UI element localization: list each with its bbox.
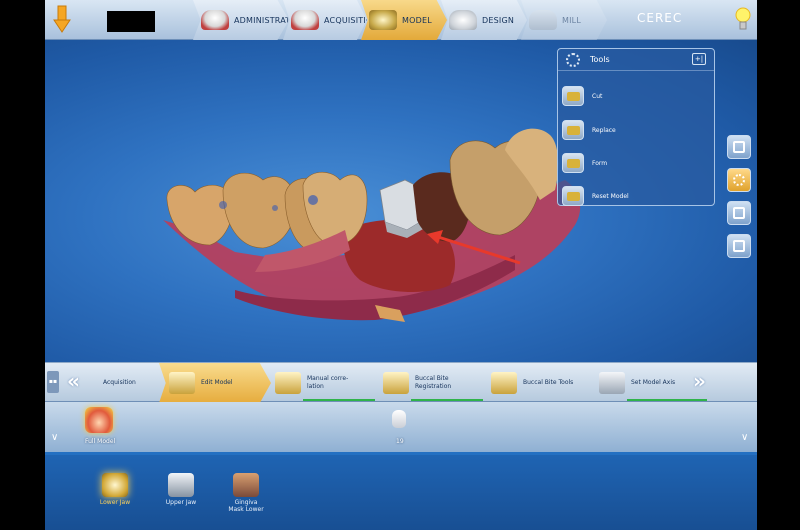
edit-model-icon bbox=[169, 372, 195, 394]
tooth-number: 19 bbox=[396, 438, 404, 445]
bite-tools-icon bbox=[491, 372, 517, 394]
tool-replace[interactable]: Replace bbox=[562, 119, 616, 141]
tool-reset-model[interactable]: Reset Model bbox=[562, 185, 629, 207]
stage-acquisition[interactable]: ACQUISITION bbox=[283, 0, 367, 40]
model-library: Lower Jaw Upper Jaw Gingiva Mask Lower bbox=[45, 452, 757, 530]
lightbulb-icon[interactable] bbox=[735, 4, 751, 34]
tooth-icon[interactable] bbox=[392, 410, 406, 428]
replace-icon bbox=[562, 120, 584, 140]
redacted-patient-name bbox=[107, 11, 155, 32]
next-step-icon[interactable]: » bbox=[693, 369, 706, 393]
screenshot-button[interactable] bbox=[727, 234, 751, 258]
correlation-icon bbox=[275, 372, 301, 394]
back-arrow-icon[interactable] bbox=[53, 4, 71, 34]
tools-panel: Tools +| Cut Replace Form Reset Model bbox=[557, 48, 715, 206]
model-viewport[interactable]: Tools +| Cut Replace Form Reset Model bbox=[45, 40, 757, 362]
library-lower-jaw[interactable]: Lower Jaw bbox=[95, 473, 135, 506]
library-upper-jaw[interactable]: Upper Jaw bbox=[161, 473, 201, 506]
reset-model-icon bbox=[562, 186, 584, 206]
stage-design[interactable]: DESIGN bbox=[441, 0, 527, 40]
view-cube-button[interactable] bbox=[727, 135, 751, 159]
tools-toggle-button[interactable] bbox=[727, 168, 751, 192]
brand-logo: CEREC bbox=[637, 11, 683, 25]
model-thumbnail-strip: ∨ Full Model 19 ∨ bbox=[45, 402, 757, 452]
step-progress-bar bbox=[627, 399, 707, 401]
collapse-right-icon[interactable]: ∨ bbox=[741, 432, 748, 443]
tool-cut[interactable]: Cut bbox=[562, 85, 602, 107]
cut-icon bbox=[562, 86, 584, 106]
full-model-icon[interactable] bbox=[85, 407, 113, 433]
step-buccal-bite-registration[interactable]: Buccal Bite Registration bbox=[383, 363, 487, 403]
stage-mill[interactable]: MILL bbox=[521, 0, 607, 40]
model-axis-icon bbox=[599, 372, 625, 394]
stage-model[interactable]: MODEL bbox=[361, 0, 447, 40]
gingiva-mask-icon bbox=[233, 473, 259, 497]
tool-form[interactable]: Form bbox=[562, 152, 607, 174]
pin-panel-icon[interactable]: +| bbox=[692, 53, 706, 65]
mill-block-icon bbox=[529, 10, 557, 30]
model-icon bbox=[369, 10, 397, 30]
analysis-icon bbox=[733, 207, 745, 219]
full-model-label: Full Model bbox=[85, 438, 116, 445]
step-buccal-bite-tools[interactable]: Buccal Bite Tools bbox=[491, 363, 595, 403]
phase-bar: ADMINISTRATION ACQUISITION MODEL DESIGN … bbox=[45, 0, 757, 40]
workflow-bar: ▪▪ « Acquisition Edit Model Manual corre… bbox=[45, 362, 757, 403]
upper-jaw-icon bbox=[168, 473, 194, 497]
cube-icon bbox=[733, 141, 745, 153]
screenshot-icon bbox=[733, 240, 745, 252]
jaw-icon bbox=[201, 10, 229, 30]
library-gingiva-mask-lower[interactable]: Gingiva Mask Lower bbox=[226, 473, 266, 513]
cerec-app-window: ADMINISTRATION ACQUISITION MODEL DESIGN … bbox=[45, 0, 757, 530]
step-acquisition[interactable]: Acquisition bbox=[103, 363, 163, 403]
form-icon bbox=[562, 153, 584, 173]
step-progress-bar bbox=[411, 399, 483, 401]
collapse-left-icon[interactable]: ∨ bbox=[51, 432, 58, 443]
tools-ring-icon bbox=[733, 174, 745, 186]
lower-jaw-icon bbox=[102, 473, 128, 497]
workflow-handle[interactable]: ▪▪ bbox=[47, 371, 59, 393]
bite-registration-icon bbox=[383, 372, 409, 394]
stage-administration[interactable]: ADMINISTRATION bbox=[193, 0, 289, 40]
crown-icon bbox=[449, 10, 477, 30]
step-progress-bar bbox=[303, 399, 375, 401]
step-manual-correlation[interactable]: Manual corre- lation bbox=[275, 363, 377, 403]
step-edit-model[interactable]: Edit Model bbox=[159, 363, 271, 403]
previous-step-icon[interactable]: « bbox=[67, 369, 80, 393]
tools-ring-icon bbox=[566, 52, 580, 67]
tools-title: Tools bbox=[590, 55, 610, 64]
jaw-icon bbox=[291, 10, 319, 30]
tools-header: Tools +| bbox=[558, 49, 714, 71]
analysis-button[interactable] bbox=[727, 201, 751, 225]
